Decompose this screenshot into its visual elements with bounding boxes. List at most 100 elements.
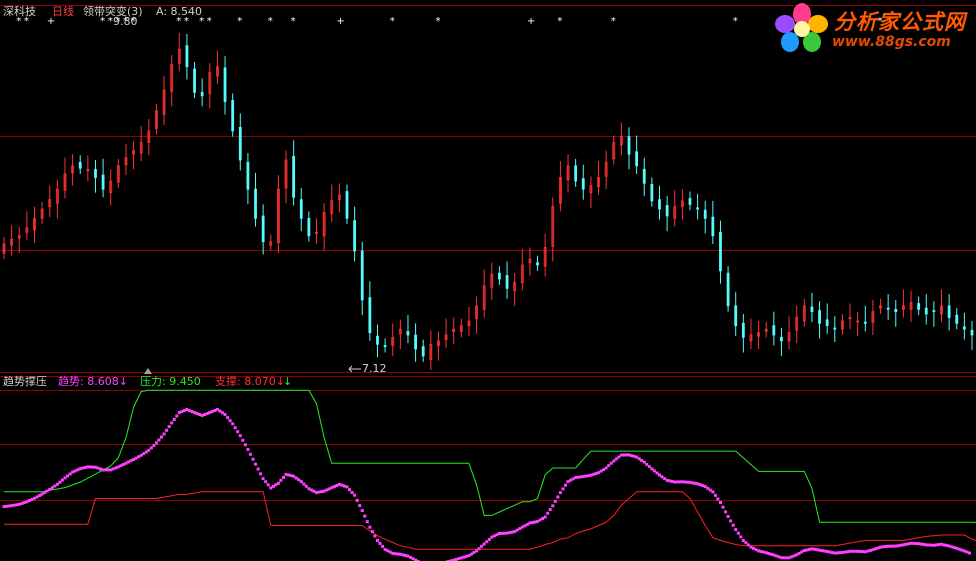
trend-dot (929, 543, 933, 547)
trend-dot (703, 485, 707, 488)
trend-dot (167, 425, 171, 429)
trend-dot (142, 452, 146, 456)
trend-dot (121, 463, 125, 466)
trend-dot (551, 504, 555, 508)
trend-dot (548, 508, 552, 511)
trend-dot (398, 552, 402, 556)
trend-dot (454, 557, 458, 561)
trend-dot (160, 435, 163, 439)
trend-dot (165, 428, 169, 432)
candle-body (345, 191, 349, 219)
trend-dot (660, 475, 664, 479)
candle-body (650, 184, 654, 202)
signal-star-icon: * (207, 16, 212, 27)
trend-dot (251, 457, 255, 461)
candle-body (223, 67, 227, 103)
trend-dot (99, 467, 102, 471)
trend-dot (746, 543, 750, 547)
trend-dot (53, 484, 57, 488)
trend-dot (78, 467, 82, 471)
signal-markers: * * + * * * * * * * * * * * * + * * + * * * * (16, 16, 882, 27)
candle-body (94, 168, 97, 178)
trend-dot (241, 438, 245, 442)
trend-dot (802, 549, 806, 552)
trend-dot (571, 477, 575, 481)
candle-body (376, 335, 379, 345)
candle-body (254, 188, 257, 219)
trend-dot (129, 459, 133, 463)
trend-dot (276, 481, 280, 485)
trend-dot (556, 495, 560, 499)
pressure-value-label: 压力: 9.450 (140, 375, 201, 388)
triangle-marker-icon (144, 368, 152, 374)
candle-body (642, 168, 646, 184)
trend-dot (952, 546, 956, 550)
trend-dot (345, 485, 349, 489)
trend-dot (215, 407, 219, 411)
candle-body (635, 151, 639, 167)
trend-dot (264, 480, 268, 484)
trend-dot (48, 487, 52, 491)
candle-body (726, 272, 730, 307)
trend-dot (647, 465, 651, 469)
trend-dot (35, 495, 39, 499)
trend-dot (759, 550, 763, 553)
trend-dot (909, 541, 913, 545)
trend-dot (734, 528, 738, 532)
trend-dot (365, 520, 369, 524)
trend-dot (904, 542, 908, 546)
trend-dot (322, 489, 326, 493)
trend-dot (797, 551, 801, 555)
candle-body (78, 161, 82, 169)
trend-dot (66, 474, 69, 478)
trend-dot (223, 413, 227, 416)
candle-body (238, 126, 242, 161)
trend-dot (934, 543, 938, 547)
trend-dot (564, 483, 567, 487)
trend-dot (134, 456, 138, 460)
candle-body (719, 231, 722, 272)
trend-dot (721, 505, 725, 509)
logo: 分析家公式网 www.88gs.com (774, 2, 974, 54)
candle-body (962, 326, 966, 330)
trend-dot (282, 475, 285, 479)
trend-dot (785, 556, 788, 560)
trend-dot (5, 504, 8, 508)
trend-dot (259, 472, 263, 476)
trend-dot (246, 447, 250, 451)
trend-support-pressure-panel (2, 389, 976, 561)
candle-body (185, 45, 189, 68)
trend-dot (561, 487, 565, 491)
grid-lines (0, 5, 976, 501)
period-label: 日线 (52, 4, 74, 18)
trend-dot (348, 488, 351, 492)
trend-dot (373, 534, 377, 538)
trend-dot (335, 484, 339, 487)
trend-dot (490, 535, 494, 539)
trend-dot (480, 544, 484, 548)
trend-dot (180, 410, 184, 414)
candle-body (360, 250, 364, 301)
trend-dot (767, 552, 771, 555)
trend-dot (917, 542, 921, 546)
candle-body (574, 165, 578, 182)
trend-dot (630, 454, 633, 458)
trend-dot (22, 501, 26, 505)
trend-dot (360, 509, 364, 513)
trend-dot (940, 542, 943, 546)
trend-dot (284, 472, 288, 476)
trend-dot (622, 453, 626, 457)
trend-dot (317, 490, 321, 494)
trend-dot (731, 523, 735, 527)
trend-dot (543, 515, 547, 519)
trend-dot (726, 515, 730, 518)
trend-dot (711, 490, 715, 494)
trend-dot (591, 472, 595, 476)
trend-dot (266, 483, 270, 487)
trend-dot (685, 480, 689, 484)
trend-dot (340, 483, 344, 487)
trend-dot (297, 478, 301, 482)
trend-dot (823, 549, 827, 553)
trend-dot (292, 474, 296, 478)
trend-dot (304, 484, 308, 488)
